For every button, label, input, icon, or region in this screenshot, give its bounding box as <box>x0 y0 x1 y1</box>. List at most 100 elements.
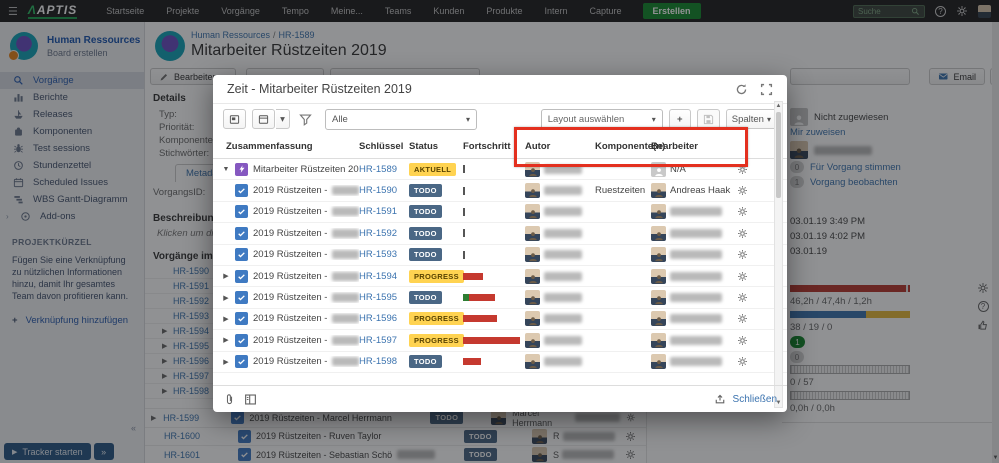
collapse-window-icon <box>258 114 269 125</box>
progress-bar <box>463 294 525 302</box>
status-badge: TODO <box>409 226 442 240</box>
redacted-text <box>670 207 722 217</box>
add-column-button[interactable]: + <box>668 109 691 129</box>
row-gear-icon[interactable] <box>737 185 748 196</box>
row-gear-icon[interactable] <box>737 271 748 282</box>
save-layout-button[interactable] <box>696 109 720 129</box>
filter-select[interactable]: Alle ▾ <box>325 108 477 130</box>
expander-icon[interactable] <box>221 166 231 173</box>
redacted-text <box>544 293 582 303</box>
issue-key-link[interactable]: HR-1589 <box>359 164 409 175</box>
issue-key-link[interactable]: HR-1591 <box>359 206 409 217</box>
assignee-cell <box>651 290 733 306</box>
expander-icon[interactable] <box>221 272 231 280</box>
table-row[interactable]: 2019 Rüstzeiten - HR-1593 TODO <box>213 245 787 266</box>
progress-bar <box>463 315 525 323</box>
share-icon[interactable] <box>714 393 726 405</box>
column-header-schluessel[interactable]: Schlüssel <box>359 141 409 152</box>
issue-key-link[interactable]: HR-1590 <box>359 185 409 196</box>
status-badge: AKTUELL <box>409 162 457 176</box>
issue-key-link[interactable]: HR-1592 <box>359 228 409 239</box>
redacted-text <box>544 228 582 238</box>
table-row[interactable]: 2019 Rüstzeiten - HR-1595 TODO <box>213 287 787 309</box>
app-window: ☰ ΛAPTIS Startseite Projekte Vorgänge Te… <box>0 0 999 463</box>
table-row[interactable]: 2019 Rüstzeiten - HR-1597 PROGRESS <box>213 330 787 352</box>
progress-indicator <box>463 250 525 259</box>
assignee-cell <box>651 204 733 220</box>
fullscreen-icon[interactable] <box>760 83 773 96</box>
table-row[interactable]: 2019 Rüstzeiten - HR-1598 TODO <box>213 352 787 373</box>
refresh-icon[interactable] <box>735 83 748 96</box>
table-row[interactable]: 2019 Rüstzeiten - HR-1590 TODO Ruestzeit… <box>213 180 787 202</box>
redacted-text <box>544 271 582 281</box>
table-scrollbar[interactable]: ▲ ▼ <box>774 101 783 408</box>
issue-key-link[interactable]: HR-1597 <box>359 335 409 346</box>
issue-key-link[interactable]: HR-1593 <box>359 249 409 260</box>
author-cell <box>525 183 595 199</box>
row-gear-icon[interactable] <box>737 249 748 260</box>
column-header-status[interactable]: Status <box>409 141 463 152</box>
progress-bar <box>463 336 525 344</box>
columns-button[interactable]: Spalten ▾ <box>725 109 777 129</box>
expander-icon[interactable] <box>221 336 231 344</box>
author-cell <box>525 204 595 220</box>
table-row[interactable]: 2019 Rüstzeiten - HR-1596 PROGRESS <box>213 309 787 331</box>
assignee-name: Andreas Haak <box>670 185 731 197</box>
chevron-down-icon: ▾ <box>651 114 656 124</box>
assignee-cell <box>651 225 733 241</box>
expand-window-icon <box>229 114 240 125</box>
redacted-text <box>544 207 582 217</box>
redacted-text <box>670 335 722 345</box>
dialog-footer: Schließen <box>213 385 787 412</box>
issue-key-link[interactable]: HR-1596 <box>359 313 409 324</box>
author-avatar <box>525 204 540 220</box>
redacted-text <box>670 228 722 238</box>
issue-key-link[interactable]: HR-1598 <box>359 356 409 367</box>
author-cell <box>525 290 595 306</box>
row-gear-icon[interactable] <box>737 228 748 239</box>
progress-indicator <box>463 186 525 195</box>
row-gear-icon[interactable] <box>737 292 748 303</box>
author-avatar <box>525 247 540 263</box>
status-badge: TODO <box>409 291 442 305</box>
subtask-checkbox-icon <box>235 205 248 219</box>
filter-funnel-icon[interactable] <box>299 113 312 126</box>
scroll-up-arrow[interactable]: ▲ <box>775 103 782 109</box>
expander-icon[interactable] <box>221 294 231 302</box>
expand-all-button[interactable] <box>223 109 246 129</box>
row-gear-icon[interactable] <box>737 206 748 217</box>
row-gear-icon[interactable] <box>737 335 748 346</box>
assignee-avatar <box>651 354 666 370</box>
column-header-zusammenfassung[interactable]: Zusammenfassung <box>221 141 359 152</box>
table-row[interactable]: 2019 Rüstzeiten - HR-1591 TODO <box>213 202 787 224</box>
author-cell <box>525 247 595 263</box>
assignee-avatar <box>651 311 666 327</box>
author-cell <box>525 332 595 348</box>
progress-indicator <box>463 229 525 238</box>
redacted-text <box>332 207 359 217</box>
row-gear-icon[interactable] <box>737 356 748 367</box>
attachment-paperclip-icon[interactable] <box>223 393 236 406</box>
issue-key-link[interactable]: HR-1595 <box>359 292 409 303</box>
redacted-text <box>544 186 582 196</box>
subtask-checkbox-icon <box>235 248 248 262</box>
author-cell <box>525 268 595 284</box>
collapse-all-button[interactable] <box>252 109 275 129</box>
detail-view-icon[interactable] <box>244 393 257 406</box>
issue-key-link[interactable]: HR-1594 <box>359 271 409 282</box>
view-options-caret[interactable]: ▾ <box>276 109 290 129</box>
table-row[interactable]: 2019 Rüstzeiten - HR-1592 TODO <box>213 223 787 245</box>
redacted-text <box>670 271 722 281</box>
close-button[interactable]: Schließen <box>733 394 777 405</box>
row-gear-icon[interactable] <box>737 313 748 324</box>
expander-icon[interactable] <box>221 358 231 366</box>
expander-icon[interactable] <box>221 315 231 323</box>
subtask-checkbox-icon <box>235 333 248 347</box>
subtask-checkbox-icon <box>235 355 248 369</box>
assignee-avatar <box>651 247 666 263</box>
status-badge: TODO <box>409 248 442 262</box>
redacted-text <box>670 250 722 260</box>
scrollbar-thumb[interactable] <box>776 112 781 198</box>
table-row[interactable]: 2019 Rüstzeiten - HR-1594 PROGRESS <box>213 266 787 288</box>
assignee-cell <box>651 268 733 284</box>
